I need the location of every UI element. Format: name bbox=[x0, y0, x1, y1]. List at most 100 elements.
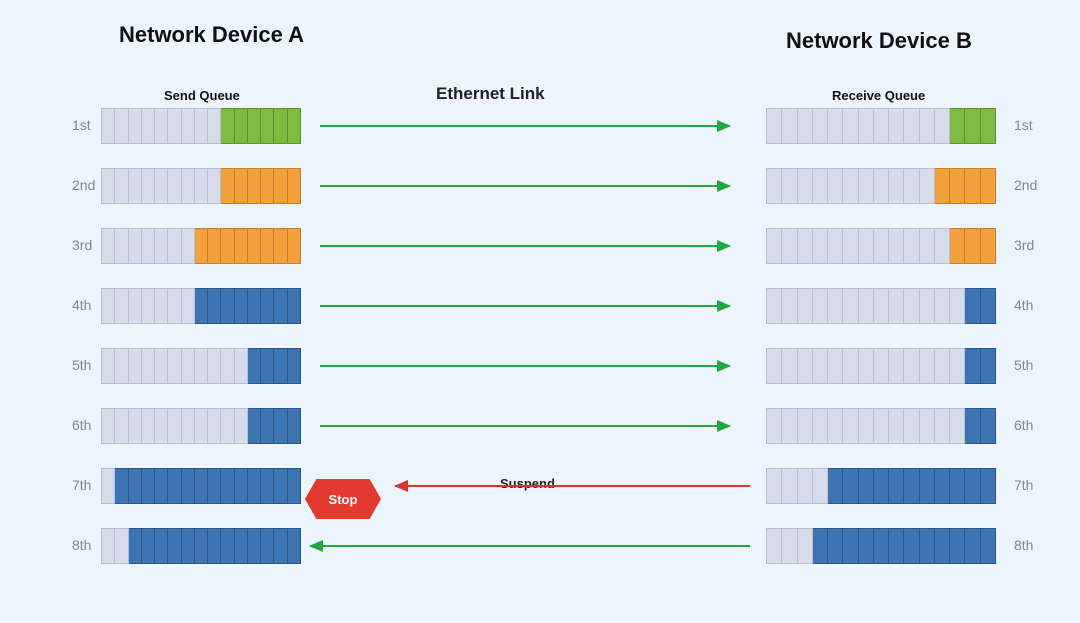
queue-cell bbox=[935, 528, 950, 564]
queue-cell bbox=[828, 408, 843, 444]
queue-cell bbox=[798, 288, 813, 324]
queue-cell bbox=[168, 348, 181, 384]
queue-cell bbox=[981, 288, 996, 324]
queue-cell bbox=[274, 288, 287, 324]
queue-cell bbox=[129, 528, 142, 564]
queue-cell bbox=[813, 168, 828, 204]
queue-cell bbox=[859, 528, 874, 564]
queue-cell bbox=[221, 288, 234, 324]
send-queue bbox=[101, 108, 301, 144]
queue-cell bbox=[235, 288, 248, 324]
queue-cell bbox=[129, 288, 142, 324]
queue-cell bbox=[208, 468, 221, 504]
queue-cell bbox=[859, 348, 874, 384]
queue-cell bbox=[101, 468, 115, 504]
queue-cell bbox=[965, 348, 980, 384]
queue-cell bbox=[828, 528, 843, 564]
queue-cell bbox=[798, 108, 813, 144]
queue-cell bbox=[920, 528, 935, 564]
send-queue bbox=[101, 408, 301, 444]
queue-cell bbox=[182, 108, 195, 144]
queue-cell bbox=[195, 168, 208, 204]
queue-cell bbox=[208, 408, 221, 444]
queue-cell bbox=[874, 108, 889, 144]
queue-cell bbox=[195, 108, 208, 144]
queue-cell bbox=[168, 288, 181, 324]
queue-cell bbox=[798, 468, 813, 504]
queue-cell bbox=[274, 468, 287, 504]
queue-cell bbox=[798, 348, 813, 384]
queue-cell bbox=[208, 168, 221, 204]
queue-cell bbox=[935, 228, 950, 264]
queue-cell bbox=[965, 108, 980, 144]
queue-cell bbox=[782, 468, 797, 504]
queue-cell bbox=[261, 288, 274, 324]
queue-cell bbox=[843, 528, 858, 564]
queue-cell bbox=[142, 168, 155, 204]
queue-cell bbox=[168, 528, 181, 564]
queue-cell bbox=[874, 408, 889, 444]
queue-cell bbox=[859, 468, 874, 504]
queue-cell bbox=[221, 408, 234, 444]
row-label-right: 2nd bbox=[1014, 177, 1037, 193]
queue-cell bbox=[274, 108, 287, 144]
queue-cell bbox=[859, 288, 874, 324]
queue-cell bbox=[288, 408, 301, 444]
row-label-right: 6th bbox=[1014, 417, 1033, 433]
queue-cell bbox=[904, 108, 919, 144]
row-label-left: 3rd bbox=[72, 237, 92, 253]
queue-cell bbox=[129, 348, 142, 384]
queue-cell bbox=[101, 228, 115, 264]
queue-cell bbox=[261, 468, 274, 504]
queue-cell bbox=[828, 168, 843, 204]
queue-cell bbox=[813, 528, 828, 564]
queue-cell bbox=[142, 408, 155, 444]
queue-cell bbox=[965, 468, 980, 504]
queue-cell bbox=[859, 108, 874, 144]
queue-cell bbox=[766, 528, 782, 564]
queue-cell bbox=[115, 168, 128, 204]
queue-cell bbox=[129, 228, 142, 264]
receive-queue bbox=[766, 468, 996, 504]
queue-cell bbox=[843, 408, 858, 444]
queue-cell bbox=[274, 168, 287, 204]
queue-cell bbox=[208, 108, 221, 144]
send-queue bbox=[101, 468, 301, 504]
queue-cell bbox=[828, 468, 843, 504]
queue-cell bbox=[168, 108, 181, 144]
queue-cell bbox=[828, 228, 843, 264]
queue-cell bbox=[129, 108, 142, 144]
queue-cell bbox=[195, 528, 208, 564]
queue-cell bbox=[101, 408, 115, 444]
queue-cell bbox=[155, 408, 168, 444]
queue-cell bbox=[950, 408, 965, 444]
queue-cell bbox=[874, 168, 889, 204]
queue-cell bbox=[101, 168, 115, 204]
queue-cell bbox=[981, 168, 996, 204]
queue-cell bbox=[782, 228, 797, 264]
receive-queue bbox=[766, 348, 996, 384]
queue-cell bbox=[843, 228, 858, 264]
queue-cell bbox=[101, 528, 115, 564]
queue-cell bbox=[981, 408, 996, 444]
queue-cell bbox=[248, 528, 261, 564]
queue-cell bbox=[182, 168, 195, 204]
queue-cell bbox=[843, 168, 858, 204]
queue-cell bbox=[889, 408, 904, 444]
queue-cell bbox=[813, 408, 828, 444]
queue-cell bbox=[221, 168, 234, 204]
queue-cell bbox=[142, 108, 155, 144]
queue-cell bbox=[274, 408, 287, 444]
queue-cell bbox=[935, 408, 950, 444]
send-queue bbox=[101, 228, 301, 264]
queue-cell bbox=[889, 348, 904, 384]
queue-cell bbox=[155, 228, 168, 264]
queue-cell bbox=[965, 288, 980, 324]
receive-queue bbox=[766, 528, 996, 564]
row-label-left: 1st bbox=[72, 117, 91, 133]
row-label-left: 5th bbox=[72, 357, 91, 373]
queue-cell bbox=[798, 168, 813, 204]
queue-cell bbox=[182, 528, 195, 564]
queue-cell bbox=[798, 228, 813, 264]
queue-cell bbox=[965, 168, 980, 204]
